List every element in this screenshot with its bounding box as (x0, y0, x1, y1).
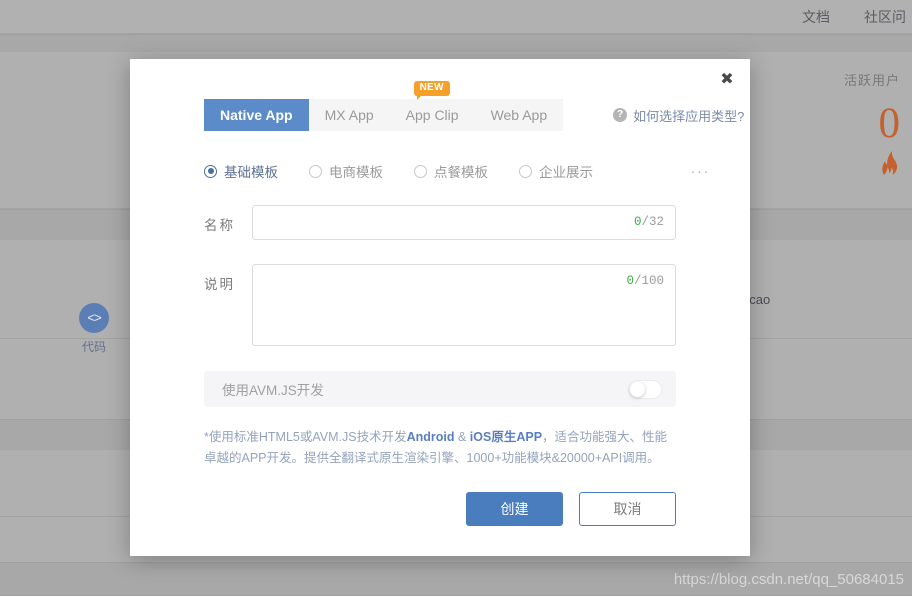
description-field-label: 说明 (204, 277, 235, 292)
radio-ordering-template[interactable]: 点餐模板 (414, 161, 488, 181)
active-users-value: 0 (878, 100, 901, 147)
description-input[interactable] (252, 264, 676, 346)
radio-basic-template-label: 基础模板 (224, 165, 278, 180)
radio-dot-icon (519, 164, 532, 178)
name-input[interactable] (252, 205, 676, 240)
avm-js-row: 使用AVM.JS开发 (204, 371, 676, 407)
radio-dot-icon (414, 164, 427, 178)
avm-js-label: 使用AVM.JS开发 (222, 383, 324, 398)
more-horizontal-icon[interactable]: ··· (691, 164, 711, 179)
new-badge: NEW (413, 81, 450, 100)
app-type-tabs: Native App MX App NEW App Clip Web App (204, 81, 564, 131)
question-mark-icon: ? (613, 108, 628, 122)
tab-native-app[interactable]: Native App (204, 99, 309, 131)
code-shortcut-label: 代码 (81, 340, 106, 354)
background-band-1 (0, 34, 912, 53)
footnote-android: Android (406, 430, 455, 444)
tab-mx-app[interactable]: MX App (309, 99, 390, 131)
tab-native-app-label: Native App (220, 107, 293, 123)
close-icon[interactable]: ✖ (716, 68, 738, 90)
background-topbar: 文档 社区问 (0, 0, 912, 34)
how-to-choose-label: 如何选择应用类型? (633, 108, 745, 124)
footnote-ios: iOS原生APP (469, 430, 543, 444)
active-users-widget: 活跃用户 0 (844, 70, 900, 179)
topbar-link-community[interactable]: 社区问 (864, 7, 906, 27)
how-to-choose-link[interactable]: ? 如何选择应用类型? (613, 106, 744, 125)
footnote-part-2: & (454, 430, 470, 444)
tab-web-app[interactable]: Web App (475, 99, 564, 131)
topbar-link-docs[interactable]: 文档 (802, 7, 830, 27)
radio-dot-icon (309, 164, 322, 178)
dialog-actions: 创建 取消 (204, 492, 676, 526)
app-type-description: *使用标准HTML5或AVM.JS技术开发Android & iOS原生APP，… (204, 427, 676, 469)
template-radio-group: 基础模板 电商模板 点餐模板 企业展示 ··· (204, 161, 750, 181)
avm-js-toggle[interactable] (628, 379, 662, 399)
name-field-row: 名称 0/32 (204, 205, 676, 240)
radio-dot-selected-icon (204, 164, 217, 178)
cancel-button[interactable]: 取消 (579, 492, 676, 526)
create-button[interactable]: 创建 (466, 492, 563, 526)
toggle-knob (630, 381, 645, 397)
code-brackets-icon: <> (79, 303, 109, 333)
description-field-wrapper: 0/100 (252, 264, 676, 351)
footnote-part-1: *使用标准HTML5或AVM.JS技术开发 (204, 430, 407, 444)
name-field-label: 名称 (204, 218, 235, 233)
app-type-tabrow: Native App MX App NEW App Clip Web App ?… (204, 81, 750, 131)
description-field-row: 说明 0/100 (204, 264, 676, 351)
radio-basic-template[interactable]: 基础模板 (204, 161, 278, 181)
tab-app-clip[interactable]: NEW App Clip (390, 81, 475, 131)
radio-enterprise-template-label: 企业展示 (539, 165, 593, 180)
watermark-url: https://blog.csdn.net/qq_50684015 (673, 571, 904, 588)
tab-web-app-label: Web App (490, 107, 548, 123)
name-field-wrapper: 0/32 (252, 205, 676, 240)
radio-ecommerce-template-label: 电商模板 (329, 165, 383, 180)
create-app-dialog: ✖ Native App MX App NEW App Clip Web App (130, 59, 750, 556)
radio-enterprise-template[interactable]: 企业展示 (519, 161, 593, 181)
dialog-body: Native App MX App NEW App Clip Web App ?… (130, 59, 750, 526)
radio-ordering-template-label: 点餐模板 (434, 165, 488, 180)
tab-mx-app-label: MX App (324, 107, 374, 123)
background-code-shortcut[interactable]: <> 代码 (63, 303, 125, 355)
active-users-title: 活跃用户 (843, 73, 900, 88)
tab-app-clip-label: App Clip (405, 107, 459, 123)
background-topbar-links: 文档 社区问 (802, 0, 912, 33)
radio-ecommerce-template[interactable]: 电商模板 (309, 161, 383, 181)
flame-icon (844, 151, 900, 179)
